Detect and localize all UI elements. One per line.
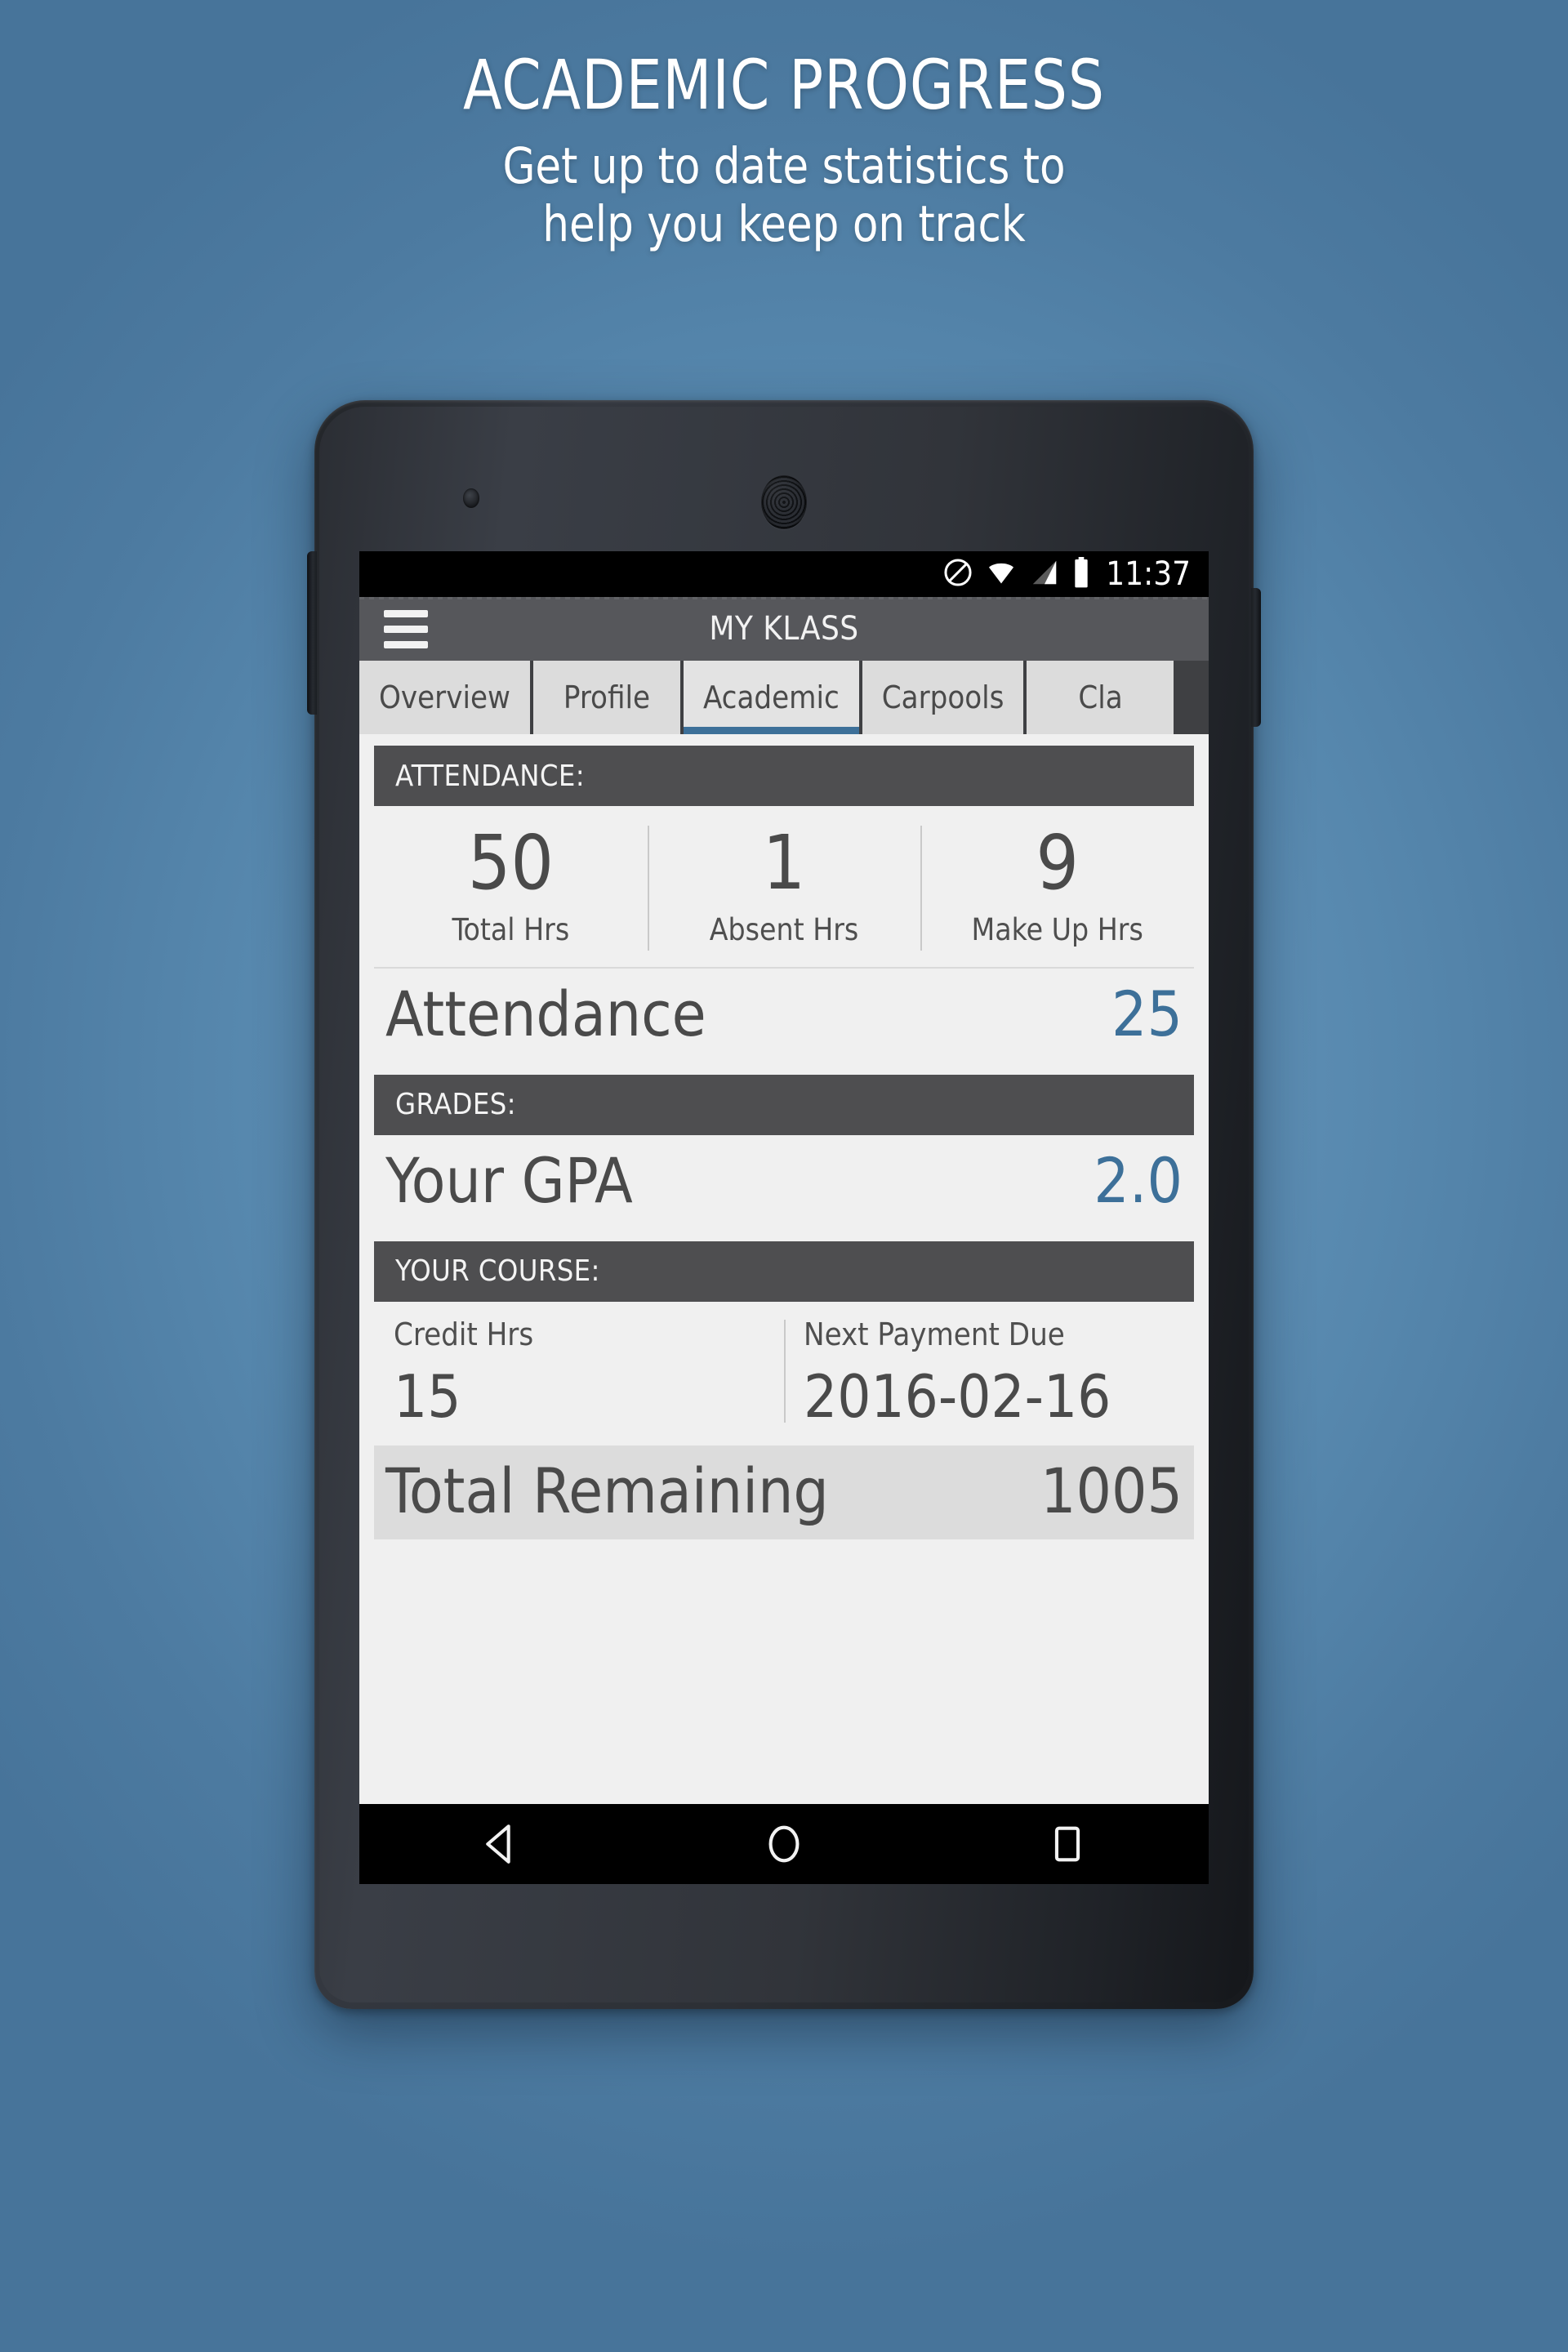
stat-total-hrs: 50 Total Hrs [374,821,648,956]
total-remaining-value: 1005 [1040,1454,1183,1527]
stat-makeup-hrs-value: 9 [1036,819,1079,906]
stat-absent-hrs-label: Absent Hrs [709,912,859,947]
total-remaining-label: Total Remaining [385,1454,829,1527]
do-not-disturb-icon [942,557,973,592]
attendance-section-header: ATTENDANCE: [374,746,1194,806]
grades-section-header: GRADES: [374,1074,1194,1135]
app-title: MY KLASS [709,610,859,648]
gpa-value: 2.0 [1094,1143,1183,1217]
tab-overview[interactable]: Overview [359,661,530,734]
tab-academic[interactable]: Academic [683,661,859,734]
attendance-summary-row: Attendance 25 [374,969,1194,1063]
course-fields-row: Credit Hrs 15 Next Payment Due 2016-02-1… [374,1302,1194,1446]
tab-bar: Overview Profile Academic Carpools Cla [359,661,1209,734]
stat-total-hrs-value: 50 [467,819,554,906]
battery-icon [1071,556,1091,593]
gpa-summary-row: Your GPA 2.0 [374,1135,1194,1230]
course-next-payment-value: 2016-02-16 [804,1361,1111,1431]
promo-header: ACADEMIC PROGRESS Get up to date statist… [0,51,1568,254]
status-bar: 11:37 [359,551,1209,597]
home-circle-icon[interactable] [760,1820,808,1868]
promo-subtitle-line-1: Get up to date statistics to [502,137,1066,195]
course-section-header: YOUR COURSE: [374,1241,1194,1302]
earpiece-speaker-icon [761,475,807,529]
stat-makeup-hrs-label: Make Up Hrs [971,912,1143,947]
course-credit-hrs-label: Credit Hrs [394,1316,534,1352]
stat-total-hrs-label: Total Hrs [452,912,570,947]
cell-signal-icon [1029,557,1060,592]
gpa-label: Your GPA [385,1143,633,1217]
back-triangle-icon[interactable] [477,1820,524,1868]
front-camera-icon [463,488,479,508]
wifi-icon [985,557,1018,592]
attendance-summary-label: Attendance [385,978,706,1050]
phone-mockup: 11:37 MY KLASS Overview Profile Academic… [307,400,1261,2009]
course-credit-hrs: Credit Hrs 15 [374,1316,784,1426]
power-button[interactable] [1251,588,1261,727]
status-bar-clock: 11:37 [1106,555,1191,593]
tab-carpools[interactable]: Carpools [862,661,1024,734]
stat-absent-hrs-value: 1 [762,819,806,906]
promo-title: ACADEMIC PROGRESS [463,45,1105,125]
tab-profile[interactable]: Profile [532,661,680,734]
course-credit-hrs-value: 15 [394,1361,461,1431]
course-next-payment: Next Payment Due 2016-02-16 [784,1316,1194,1426]
android-nav-bar [359,1804,1209,1884]
tab-classes[interactable]: Cla [1027,661,1174,734]
attendance-stats-row: 50 Total Hrs 1 Absent Hrs 9 Make Up Hrs [374,806,1194,969]
stat-absent-hrs: 1 Absent Hrs [647,819,921,956]
volume-button[interactable] [307,551,317,715]
attendance-summary-value: 25 [1111,978,1183,1050]
academic-content: ATTENDANCE: 50 Total Hrs 1 Absent Hrs 9 … [359,734,1209,1884]
recents-square-icon[interactable] [1044,1820,1091,1868]
phone-screen: 11:37 MY KLASS Overview Profile Academic… [359,551,1209,1884]
course-next-payment-label: Next Payment Due [804,1316,1065,1352]
stat-makeup-hrs: 9 Make Up Hrs [920,821,1194,956]
promo-subtitle-line-2: help you keep on track [542,195,1026,254]
app-bar: MY KLASS [359,597,1209,661]
total-remaining-row: Total Remaining 1005 [374,1445,1194,1540]
